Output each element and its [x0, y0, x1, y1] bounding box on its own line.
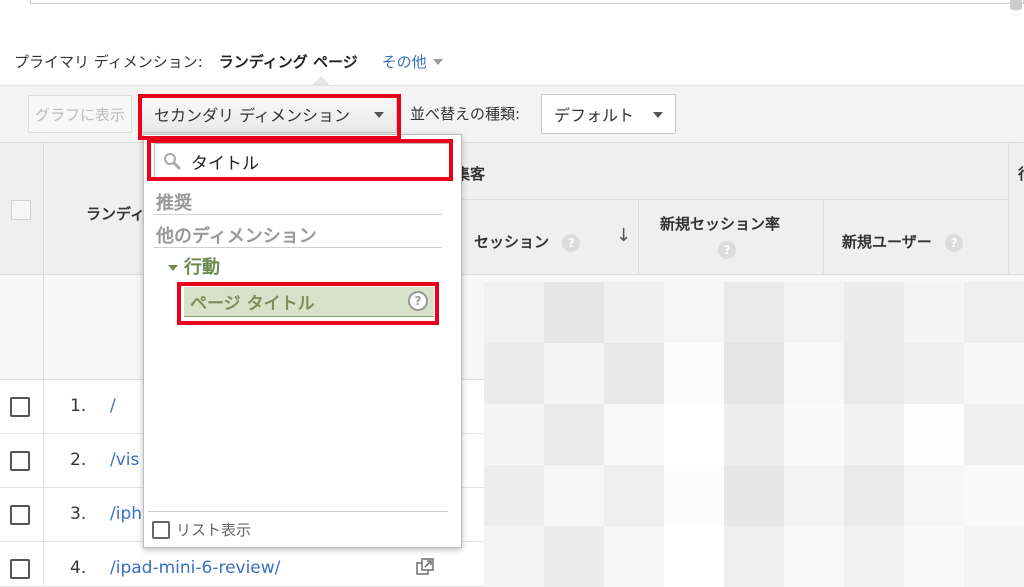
landing-page-link[interactable]: / [110, 396, 116, 416]
secondary-dimension-label: セカンダリ ディメンション [154, 106, 350, 125]
plot-rows-button[interactable]: グラフに表示 [28, 95, 132, 133]
search-icon [164, 153, 181, 170]
row-check-column [0, 542, 44, 587]
row-checkbox[interactable] [10, 451, 30, 471]
list-view-toggle[interactable]: リスト表示 [152, 519, 251, 540]
list-view-label: リスト表示 [176, 521, 252, 539]
list-view-checkbox[interactable] [152, 520, 170, 539]
landing-page-link[interactable]: /vis [110, 450, 139, 470]
section-divider [154, 214, 442, 215]
row-checkbox[interactable] [10, 505, 30, 525]
new-session-rate-column-header[interactable]: 新規セッション率 [660, 213, 780, 234]
group-behavior-toggle[interactable]: 行動 [168, 253, 220, 279]
row-check-column [0, 434, 44, 488]
sort-type-select[interactable]: デフォルト [541, 94, 676, 134]
chevron-down-icon [653, 112, 663, 118]
row-checkbox[interactable] [10, 559, 30, 579]
dimension-option-page-title[interactable]: ページ タイトル ? [184, 287, 434, 317]
primary-dimension-value[interactable]: ランディング ページ [219, 51, 358, 72]
help-icon[interactable]: ? [562, 233, 581, 252]
select-all-checkbox[interactable] [11, 200, 31, 220]
sessions-column-header[interactable]: セッション ? [474, 231, 581, 252]
row-number: 3. [70, 504, 87, 524]
help-icon[interactable]: ? [944, 233, 963, 252]
secondary-dimension-button[interactable]: セカンダリ ディメンション [141, 95, 397, 133]
primary-dimension-label: プライマリ ディメンション: [14, 52, 203, 71]
group-divider [460, 199, 1008, 200]
landing-page-column-header[interactable]: ランディ [86, 203, 145, 224]
selected-pointer [312, 76, 330, 85]
row-number: 4. [70, 558, 87, 578]
sort-descending-icon[interactable]: ↓ [616, 225, 631, 246]
section-recommended: 推奨 [156, 193, 192, 214]
search-value: タイトル [191, 153, 259, 174]
secondary-dimension-dropdown: タイトル 推奨 他のディメンション 行動 ページ タイトル ? リスト表示 [143, 134, 462, 548]
scroll-handle[interactable] [1010, 0, 1022, 10]
new-users-label: 新規ユーザー [842, 233, 932, 251]
header-check-column [0, 143, 44, 275]
group-separator [1008, 143, 1009, 275]
primary-dimension-other-link[interactable]: その他 [382, 51, 443, 72]
dimension-search-input[interactable]: タイトル [154, 143, 452, 179]
landing-page-link[interactable]: /ipad-mini-6-review/ [110, 558, 280, 578]
page-title-option-label: ページ タイトル [190, 294, 315, 314]
new-users-column-header[interactable]: 新規ユーザー ? [842, 231, 963, 252]
primary-dimension-row: プライマリ ディメンション: ランディング ページ その他 [14, 48, 443, 74]
footer-divider [148, 511, 448, 512]
section-other-dimensions: 他のディメンション [156, 226, 317, 247]
sort-type-label: 並べ替えの種類: [410, 105, 521, 123]
caret-down-icon [168, 265, 178, 271]
chevron-down-icon [432, 59, 443, 65]
row-check-column [0, 488, 44, 542]
blurred-data-area [484, 282, 1024, 587]
landing-page-link[interactable]: /iph [110, 504, 142, 524]
other-label: その他 [381, 52, 427, 71]
top-input-edge [30, 0, 1024, 4]
row-check-column [0, 380, 44, 434]
help-icon[interactable]: ? [408, 291, 428, 311]
row-number: 1. [70, 396, 87, 416]
section-divider [154, 247, 442, 248]
column-divider [638, 200, 639, 275]
behavior-group-header: 行 [1018, 163, 1024, 184]
group-behavior-label: 行動 [184, 257, 220, 278]
row-checkbox[interactable] [10, 397, 30, 417]
new-session-rate-label: 新規セッション率 [660, 215, 781, 233]
sessions-label: セッション [474, 233, 550, 251]
row-number: 2. [70, 450, 87, 470]
help-icon[interactable]: ? [718, 241, 736, 259]
summary-check-column [0, 275, 44, 380]
chevron-down-icon [374, 112, 384, 118]
sort-type-value: デフォルト [554, 106, 635, 125]
open-in-new-window-icon[interactable] [416, 558, 434, 576]
column-divider [823, 200, 824, 275]
